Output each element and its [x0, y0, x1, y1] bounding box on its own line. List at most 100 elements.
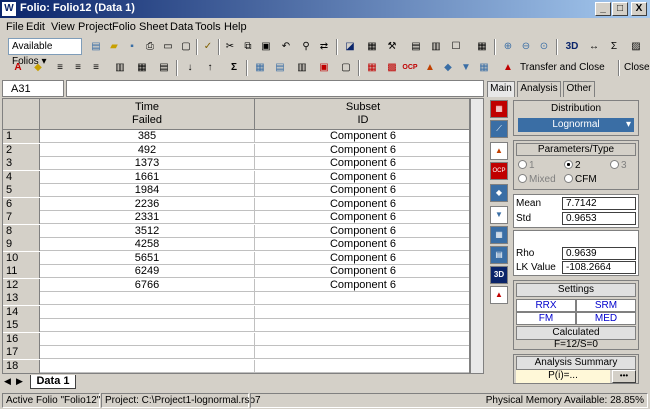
3d-tool-icon[interactable]: 3D: [490, 266, 508, 284]
menu-tools[interactable]: Tools: [195, 21, 221, 33]
transfer-icon[interactable]: ▦: [252, 60, 268, 76]
cell-time-failed[interactable]: 2331: [40, 211, 255, 224]
table-row[interactable]: 4 1661 Component 6: [3, 170, 469, 184]
row-number[interactable]: 9: [3, 238, 40, 251]
row-number[interactable]: 12: [3, 278, 40, 292]
table-row[interactable]: 9 4258 Component 6: [3, 238, 469, 251]
spell-check-icon[interactable]: ✓: [200, 39, 216, 55]
undo-icon[interactable]: ↶: [278, 39, 294, 55]
data-grid[interactable]: Time Failed Subset ID 1 385 Component 6 2 49…: [2, 98, 470, 374]
row-number[interactable]: 6: [3, 197, 40, 211]
sum-icon[interactable]: Σ: [226, 60, 242, 76]
cell-time-failed[interactable]: [40, 332, 255, 346]
cell-time-failed[interactable]: 6249: [40, 265, 255, 278]
window-icon[interactable]: ☐: [448, 39, 464, 55]
cell-reference-box[interactable]: A31: [2, 80, 64, 97]
mountain-plot-icon[interactable]: ▲: [490, 142, 508, 160]
chart-settings-icon[interactable]: ▨: [628, 39, 644, 55]
transfer-and-close-button[interactable]: Transfer and Close: [520, 62, 605, 73]
cell-time-failed[interactable]: [40, 292, 255, 305]
zoom-in-icon[interactable]: ⊕: [500, 39, 516, 55]
cell-subset-id[interactable]: [255, 360, 469, 373]
cell-time-failed[interactable]: 492: [40, 143, 255, 157]
probability-plot-icon[interactable]: ⟋: [490, 120, 508, 138]
vertical-scrollbar[interactable]: [470, 98, 484, 374]
table-row[interactable]: 8 3512 Component 6: [3, 224, 469, 238]
print-icon[interactable]: ⎙: [142, 39, 158, 55]
table-row[interactable]: 3 1373 Component 6: [3, 157, 469, 170]
table-row[interactable]: 13: [3, 292, 469, 305]
srm-button[interactable]: SRM: [576, 299, 636, 312]
align-right-icon[interactable]: ≡: [88, 60, 104, 76]
menu-help[interactable]: Help: [224, 21, 247, 33]
border-icon[interactable]: ▦: [134, 60, 150, 76]
menu-project[interactable]: Project: [78, 21, 112, 33]
batch-icon[interactable]: ▦: [476, 60, 492, 76]
table-row[interactable]: 10 5651 Component 6: [3, 251, 469, 265]
radio-mixed[interactable]: Mixed: [518, 174, 556, 185]
cell-time-failed[interactable]: 385: [40, 130, 255, 143]
grid-icon[interactable]: ▦: [474, 39, 490, 55]
row-number[interactable]: 16: [3, 332, 40, 346]
zoom-out-icon[interactable]: ⊖: [518, 39, 534, 55]
tab-other[interactable]: Other: [563, 81, 595, 97]
cell-subset-id[interactable]: Component 6: [255, 144, 469, 157]
cell-time-failed[interactable]: 1984: [40, 184, 255, 197]
row-number[interactable]: 15: [3, 319, 40, 332]
cell-subset-id[interactable]: [255, 292, 469, 305]
row-number[interactable]: 5: [3, 184, 40, 197]
insert-row-icon[interactable]: ▤: [408, 39, 424, 55]
available-folios-combo[interactable]: Available Folios ▾: [8, 38, 82, 67]
analysis-summary-more-button[interactable]: •••: [612, 370, 636, 383]
row-number[interactable]: 3: [3, 157, 40, 170]
table-row[interactable]: 2 492 Component 6: [3, 143, 469, 157]
sheet-tab-data-1[interactable]: Data 1: [30, 375, 76, 389]
cell-subset-id[interactable]: Component 6: [255, 184, 469, 197]
row-number[interactable]: 11: [3, 265, 40, 278]
cell-subset-id[interactable]: Component 6: [255, 225, 469, 238]
chart-icon[interactable]: ▩: [384, 60, 400, 76]
cell-time-failed[interactable]: [40, 305, 255, 319]
cell-subset-id[interactable]: Component 6: [255, 238, 469, 251]
ocp-plot-icon[interactable]: OCP: [490, 162, 508, 180]
tool-icon[interactable]: ⚒: [384, 39, 400, 55]
close-window-button[interactable]: X: [631, 2, 647, 16]
sort-descending-icon[interactable]: ↑: [202, 60, 218, 76]
tab-scroll-left-icon[interactable]: ◀: [4, 376, 11, 387]
3d-plot-icon[interactable]: 3D: [564, 39, 580, 55]
column-header-time-failed[interactable]: Time Failed: [40, 99, 255, 130]
column-header-subset-id[interactable]: Subset ID: [255, 99, 469, 130]
cell-subset-id[interactable]: Component 6: [255, 171, 469, 184]
menu-view[interactable]: View: [51, 21, 75, 33]
table-row[interactable]: 7 2331 Component 6: [3, 211, 469, 224]
radio-2-param[interactable]: 2: [564, 160, 581, 171]
new-folio-icon[interactable]: ▤: [88, 39, 104, 55]
rank-regression-x-button[interactable]: RRX: [516, 299, 576, 312]
column-width-icon[interactable]: ↔: [586, 39, 602, 55]
fm-button[interactable]: FM: [516, 312, 576, 325]
ocp-icon[interactable]: OCP: [402, 60, 418, 76]
font-color-icon[interactable]: A: [10, 60, 26, 76]
insert-column-icon[interactable]: ▥: [428, 39, 444, 55]
table-row[interactable]: 1 385 Component 6: [3, 130, 469, 143]
paste-icon[interactable]: ▣: [258, 39, 274, 55]
menu-sheet[interactable]: Sheet: [139, 21, 168, 33]
tab-main[interactable]: Main: [487, 81, 515, 97]
cell-subset-id[interactable]: Component 6: [255, 157, 469, 170]
plot-report-icon[interactable]: ▦: [490, 100, 508, 118]
maximize-button[interactable]: □: [612, 2, 628, 16]
menu-edit[interactable]: Edit: [26, 21, 45, 33]
cell-time-failed[interactable]: 4258: [40, 238, 255, 251]
table-row[interactable]: 5 1984 Component 6: [3, 184, 469, 197]
menu-folio[interactable]: Folio: [112, 21, 136, 33]
print-preview-icon[interactable]: ▭: [160, 39, 176, 55]
calculator-icon[interactable]: ▦: [364, 39, 380, 55]
sigma-percent-icon[interactable]: Σ: [606, 39, 622, 55]
radio-cfm[interactable]: CFM: [564, 174, 597, 185]
open-icon[interactable]: ▰: [106, 39, 122, 55]
corner-header[interactable]: [3, 99, 40, 130]
table-row[interactable]: 14: [3, 305, 469, 319]
row-number[interactable]: 1: [3, 130, 40, 143]
radio-1-param[interactable]: 1: [518, 160, 535, 171]
table-row[interactable]: 18: [3, 359, 469, 373]
